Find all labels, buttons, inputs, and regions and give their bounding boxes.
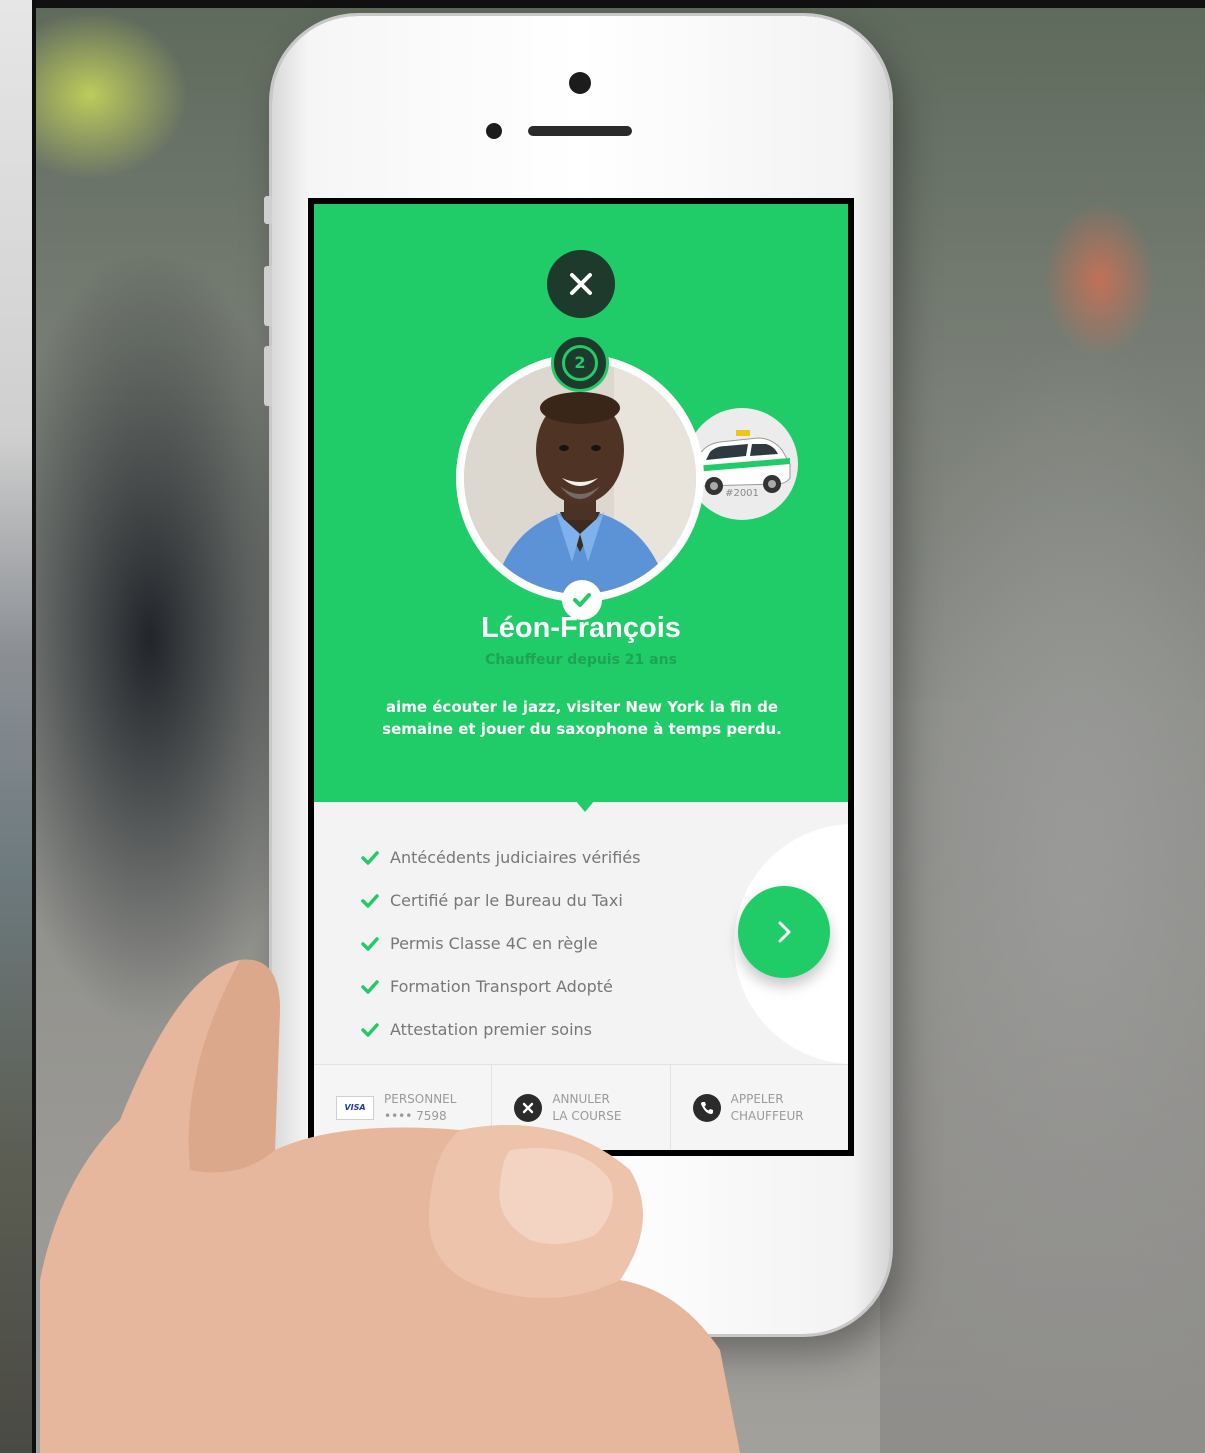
check-icon bbox=[361, 936, 379, 951]
credit-card-icon: VISA bbox=[336, 1095, 374, 1120]
left-background-strip bbox=[0, 0, 36, 1453]
chevron-right-icon bbox=[778, 921, 791, 943]
next-button[interactable] bbox=[738, 886, 830, 978]
photo-background: 2 #2001 Léon-François Chauffeur depuis 2… bbox=[0, 0, 1205, 1453]
blurred-street bbox=[880, 700, 1205, 1453]
qualification-label: Attestation premier soins bbox=[390, 1020, 593, 1039]
qualification-label: Permis Classe 4C en règle bbox=[390, 934, 598, 953]
verified-badge bbox=[562, 580, 602, 620]
rank-badge-icon: 2 bbox=[562, 345, 598, 381]
check-icon bbox=[361, 979, 379, 994]
driver-photo bbox=[464, 362, 696, 594]
phone-icon bbox=[692, 1093, 721, 1122]
qualification-item: Attestation premier soins bbox=[360, 1008, 740, 1051]
cancel-line1: ANNULER bbox=[552, 1091, 610, 1106]
driver-portrait-icon bbox=[464, 362, 696, 594]
close-icon bbox=[570, 273, 592, 295]
cancel-ride-button[interactable]: ANNULER LA COURSE bbox=[492, 1065, 671, 1150]
driver-bio: aime écouter le jazz, visiter New York l… bbox=[382, 698, 782, 738]
cancel-line2: LA COURSE bbox=[552, 1108, 622, 1123]
volume-up-button bbox=[264, 266, 272, 326]
qualification-list: Antécédents judiciaires vérifiés Certifi… bbox=[360, 836, 740, 1051]
call-driver-button[interactable]: APPELER CHAUFFEUR bbox=[671, 1065, 848, 1150]
driver-profile-screen: 2 #2001 Léon-François Chauffeur depuis 2… bbox=[314, 204, 848, 1150]
qualification-label: Formation Transport Adopté bbox=[390, 977, 613, 996]
cancel-label: ANNULER LA COURSE bbox=[552, 1091, 621, 1125]
sensor-dot bbox=[486, 123, 502, 139]
payment-line1: PERSONNEL bbox=[384, 1091, 457, 1106]
check-icon bbox=[361, 893, 379, 908]
close-button[interactable] bbox=[547, 250, 615, 318]
check-icon bbox=[361, 850, 379, 865]
driver-experience: Chauffeur depuis 21 ans bbox=[485, 652, 677, 668]
qualification-label: Certifié par le Bureau du Taxi bbox=[390, 891, 623, 910]
check-icon bbox=[573, 593, 591, 607]
call-label: APPELER CHAUFFEUR bbox=[731, 1091, 804, 1125]
rank-number: 2 bbox=[574, 353, 586, 372]
qualification-item: Antécédents judiciaires vérifiés bbox=[360, 836, 740, 879]
phone-device: 2 #2001 Léon-François Chauffeur depuis 2… bbox=[264, 16, 890, 1334]
taxi-number: #2001 bbox=[725, 488, 759, 499]
card-brand: VISA bbox=[344, 1103, 366, 1112]
front-camera bbox=[569, 72, 591, 94]
payment-line2: •••• 7598 bbox=[384, 1108, 447, 1123]
top-border bbox=[0, 0, 1205, 8]
qualification-label: Antécédents judiciaires vérifiés bbox=[390, 848, 641, 867]
qualification-item: Permis Classe 4C en règle bbox=[360, 922, 740, 965]
cancel-icon bbox=[514, 1093, 543, 1122]
check-icon bbox=[361, 1022, 379, 1037]
call-line1: APPELER bbox=[730, 1091, 784, 1106]
payment-method-button[interactable]: VISA PERSONNEL •••• 7598 bbox=[314, 1065, 493, 1150]
payment-label: PERSONNEL •••• 7598 bbox=[384, 1091, 456, 1125]
mute-switch bbox=[264, 196, 272, 224]
panel-pointer bbox=[575, 800, 595, 812]
action-bar: VISA PERSONNEL •••• 7598 ANNULER LA COUR… bbox=[314, 1064, 848, 1150]
rank-badge: 2 bbox=[551, 334, 609, 392]
volume-down-button bbox=[264, 346, 272, 406]
phone-screen: 2 #2001 Léon-François Chauffeur depuis 2… bbox=[308, 198, 854, 1156]
qualification-item: Certifié par le Bureau du Taxi bbox=[360, 879, 740, 922]
earpiece-speaker bbox=[528, 126, 632, 136]
qualification-item: Formation Transport Adopté bbox=[360, 965, 740, 1008]
call-line2: CHAUFFEUR bbox=[730, 1108, 804, 1123]
